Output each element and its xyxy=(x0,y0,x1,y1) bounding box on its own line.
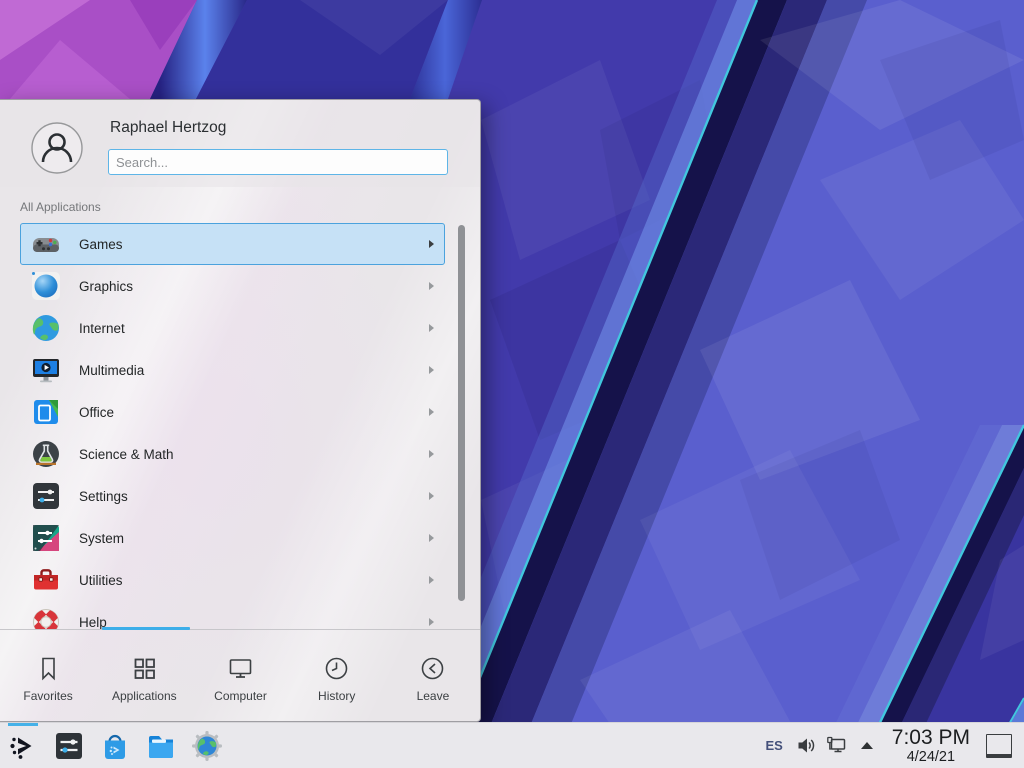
volume-tray-item[interactable] xyxy=(792,723,822,768)
bookmark-icon xyxy=(35,655,62,682)
menu-item-utilities[interactable]: Utilities xyxy=(20,559,445,601)
tab-favorites[interactable]: Favorites xyxy=(0,631,96,722)
submenu-arrow-icon xyxy=(429,366,434,374)
office-icon xyxy=(30,396,62,428)
menu-item-settings[interactable]: Settings xyxy=(20,475,445,517)
system-settings-icon xyxy=(53,730,85,762)
active-tab-indicator xyxy=(102,627,190,630)
network-icon xyxy=(826,735,847,756)
user-avatar-icon[interactable] xyxy=(31,122,83,174)
submenu-arrow-icon xyxy=(429,576,434,584)
menu-item-label: Internet xyxy=(79,321,125,336)
taskbar: ES xyxy=(0,722,1024,768)
submenu-arrow-icon xyxy=(429,492,434,500)
menu-item-office[interactable]: Office xyxy=(20,391,445,433)
clock-date: 4/24/21 xyxy=(892,750,970,765)
file-manager-icon xyxy=(145,730,177,762)
web-browser-icon xyxy=(191,730,223,762)
submenu-arrow-icon xyxy=(429,282,434,290)
tabbar-separator xyxy=(0,629,481,630)
multimedia-icon xyxy=(30,354,62,386)
launcher-active-indicator xyxy=(8,723,38,726)
utilities-icon xyxy=(30,564,62,596)
submenu-arrow-icon xyxy=(429,240,434,248)
discover-icon xyxy=(99,730,131,762)
menu-item-label: Games xyxy=(79,237,123,252)
graphics-icon xyxy=(30,270,62,302)
menu-item-label: System xyxy=(79,531,124,546)
menu-item-internet[interactable]: Internet xyxy=(20,307,445,349)
system-icon xyxy=(30,522,62,554)
taskbar-item-system-settings[interactable] xyxy=(46,723,92,768)
menu-item-label: Utilities xyxy=(79,573,123,588)
launcher-tabbar: Favorites Applications Computer xyxy=(0,631,481,722)
tab-history[interactable]: History xyxy=(289,631,385,722)
clock-time: 7:03 PM xyxy=(892,727,970,748)
caret-up-icon xyxy=(858,737,876,755)
menu-item-label: Office xyxy=(79,405,114,420)
taskbar-item-file-manager[interactable] xyxy=(138,723,184,768)
settings-icon xyxy=(30,480,62,512)
volume-icon xyxy=(796,735,817,756)
application-launcher-button[interactable] xyxy=(0,723,46,768)
tab-leave[interactable]: Leave xyxy=(385,631,481,722)
desktop: Raphael Hertzog All Applications xyxy=(0,0,1024,768)
menu-item-label: Graphics xyxy=(79,279,133,294)
application-category-list: Games Graphics xyxy=(0,223,481,629)
network-tray-item[interactable] xyxy=(822,723,852,768)
submenu-arrow-icon xyxy=(429,324,434,332)
menu-item-label: Multimedia xyxy=(79,363,144,378)
menu-item-graphics[interactable]: Graphics xyxy=(20,265,445,307)
system-tray: ES xyxy=(756,723,1024,768)
tab-applications[interactable]: Applications xyxy=(96,631,192,722)
internet-icon xyxy=(30,312,62,344)
keyboard-layout-indicator[interactable]: ES xyxy=(756,738,791,753)
grid-icon xyxy=(131,655,158,682)
kali-menu-icon xyxy=(7,730,39,762)
list-scrollbar[interactable] xyxy=(458,225,465,601)
menu-item-label: Science & Math xyxy=(79,447,174,462)
user-name: Raphael Hertzog xyxy=(110,119,226,137)
monitor-icon xyxy=(227,655,254,682)
games-icon xyxy=(30,228,62,260)
menu-item-help[interactable]: Help xyxy=(20,601,445,629)
tab-computer[interactable]: Computer xyxy=(192,631,288,722)
clock-icon xyxy=(323,655,350,682)
menu-item-system[interactable]: System xyxy=(20,517,445,559)
submenu-arrow-icon xyxy=(429,408,434,416)
submenu-arrow-icon xyxy=(429,534,434,542)
digital-clock[interactable]: 7:03 PM 4/24/21 xyxy=(882,727,980,765)
taskbar-item-discover[interactable] xyxy=(92,723,138,768)
submenu-arrow-icon xyxy=(429,618,434,626)
section-label: All Applications xyxy=(20,200,101,214)
submenu-arrow-icon xyxy=(429,450,434,458)
help-icon xyxy=(30,606,62,629)
menu-item-science-math[interactable]: Science & Math xyxy=(20,433,445,475)
tray-expander[interactable] xyxy=(852,723,882,768)
science-icon xyxy=(30,438,62,470)
menu-item-label: Settings xyxy=(79,489,128,504)
search-input[interactable] xyxy=(108,149,448,175)
menu-item-games[interactable]: Games xyxy=(20,223,445,265)
show-desktop-button[interactable] xyxy=(986,734,1012,758)
taskbar-item-web-browser[interactable] xyxy=(184,723,230,768)
application-launcher: Raphael Hertzog All Applications xyxy=(0,99,481,722)
leave-icon xyxy=(419,655,446,682)
launcher-header: Raphael Hertzog xyxy=(0,100,480,187)
menu-item-multimedia[interactable]: Multimedia xyxy=(20,349,445,391)
